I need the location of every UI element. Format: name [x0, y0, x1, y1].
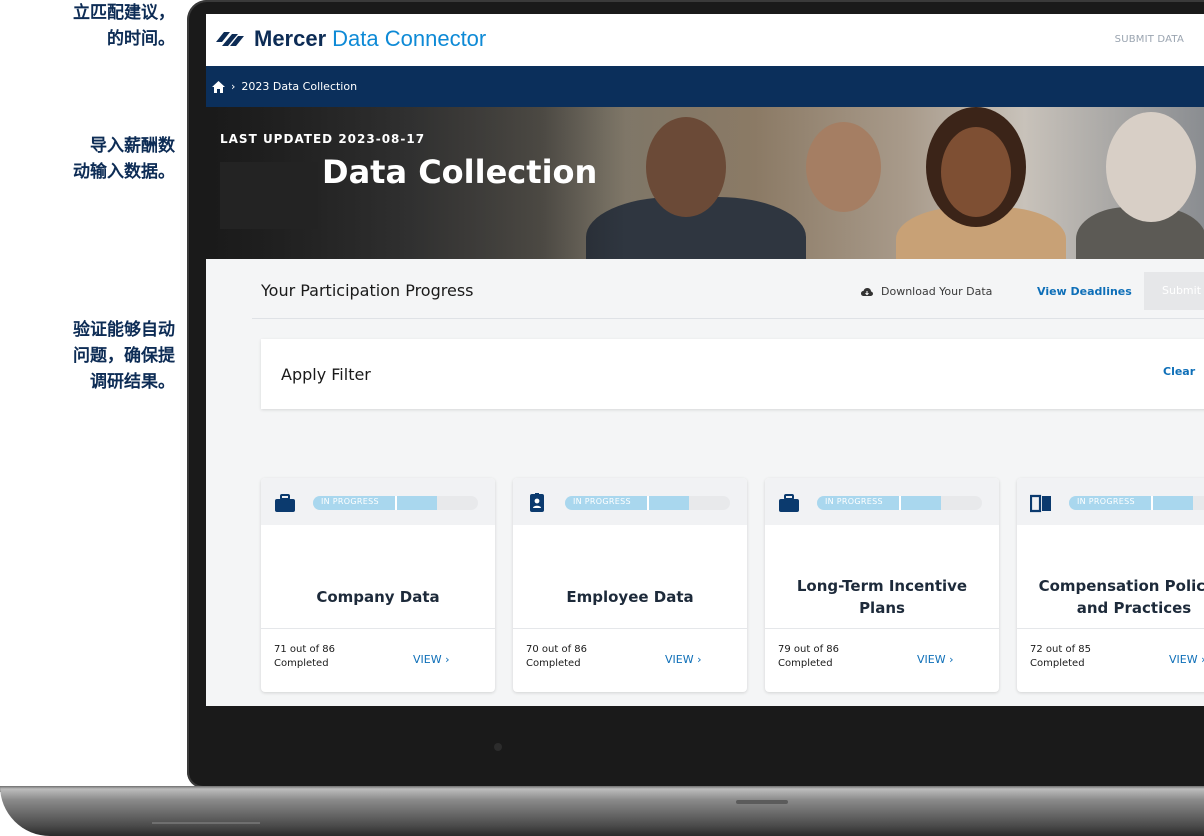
view-link[interactable]: VIEW ›	[413, 653, 450, 666]
hero-photo-shape	[1106, 112, 1196, 222]
completion-count-value: 70 out of 86	[526, 644, 588, 655]
side-text-line: 立匹配建议，	[73, 3, 175, 23]
progress-header: Your Participation Progress Download You…	[206, 259, 1204, 319]
hero-banner: LAST UPDATED 2023-08-17 Data Collection	[206, 107, 1204, 259]
briefcase-icon	[779, 494, 799, 512]
side-text-line: 问题，确保提	[73, 346, 175, 366]
progress-title: Your Participation Progress	[261, 281, 474, 300]
download-data-label: Download Your Data	[881, 285, 993, 298]
category-card-compensation-policies[interactable]: IN PROGRESS Compensation Policies and Pr…	[1017, 478, 1204, 692]
completion-count-label: Completed	[1030, 658, 1085, 669]
completion-count: 70 out of 86 Completed	[526, 643, 616, 671]
card-header: IN PROGRESS	[765, 478, 999, 525]
submit-button[interactable]: Submit	[1144, 272, 1204, 310]
product-name: Data Connector	[332, 26, 487, 51]
side-text-block-1: 立匹配建议， 的时间。	[0, 0, 175, 52]
progress-pill: IN PROGRESS	[313, 496, 478, 510]
view-deadlines-link[interactable]: View Deadlines	[1037, 285, 1132, 298]
completion-count-label: Completed	[274, 658, 329, 669]
chevron-right-icon: ›	[231, 80, 236, 93]
completion-count-value: 72 out of 85	[1030, 644, 1092, 655]
mercer-logo[interactable]: Mercer Data Connector	[214, 26, 486, 52]
view-link[interactable]: VIEW ›	[665, 653, 702, 666]
progress-divider	[1151, 496, 1153, 510]
category-card-employee-data[interactable]: IN PROGRESS Employee Data 70 out of 86 C…	[513, 478, 747, 692]
status-badge: IN PROGRESS	[1077, 497, 1135, 506]
progress-divider	[395, 496, 397, 510]
submit-data-link[interactable]: SUBMIT DATA	[1115, 34, 1184, 45]
view-link[interactable]: VIEW ›	[1169, 653, 1204, 666]
completion-count-value: 79 out of 86	[778, 644, 840, 655]
progress-divider	[899, 496, 901, 510]
side-text-block-2: 导入薪酬数 动输入数据。	[0, 133, 175, 185]
side-text-line: 动输入数据。	[73, 162, 175, 182]
last-updated-label: LAST UPDATED 2023-08-17	[220, 132, 426, 146]
laptop-base-line	[152, 822, 260, 824]
progress-pill: IN PROGRESS	[817, 496, 982, 510]
card-footer: 79 out of 86 Completed VIEW ›	[765, 628, 999, 692]
card-footer: 70 out of 86 Completed VIEW ›	[513, 628, 747, 692]
clear-filter-link[interactable]: Clear	[1163, 365, 1195, 378]
card-header: IN PROGRESS	[261, 478, 495, 525]
view-link[interactable]: VIEW ›	[917, 653, 954, 666]
card-header: IN PROGRESS	[1017, 478, 1204, 525]
hero-redacted-box	[220, 162, 318, 229]
side-text-line: 调研结果。	[90, 372, 175, 392]
progress-pill: IN PROGRESS	[565, 496, 730, 510]
status-badge: IN PROGRESS	[321, 497, 379, 506]
page-title: Data Collection	[322, 153, 598, 191]
book-icon	[1030, 494, 1051, 513]
progress-divider	[647, 496, 649, 510]
completion-count: 72 out of 85 Completed	[1030, 643, 1120, 671]
briefcase-icon	[275, 494, 295, 512]
card-footer: 72 out of 85 Completed VIEW ›	[1017, 628, 1204, 692]
cloud-download-icon	[861, 287, 873, 296]
progress-pill: IN PROGRESS	[1069, 496, 1204, 510]
laptop-screen: Mercer Data Connector SUBMIT DATA › 2023…	[206, 14, 1204, 706]
id-badge-icon	[530, 493, 544, 512]
hero-photo-shape	[646, 117, 726, 217]
hero-photo-shape	[806, 122, 881, 212]
completion-count-value: 71 out of 86	[274, 644, 336, 655]
download-data-link[interactable]: Download Your Data	[861, 285, 992, 298]
side-text-line: 导入薪酬数	[90, 136, 175, 156]
laptop-base	[0, 786, 1204, 836]
completion-count-label: Completed	[526, 658, 581, 669]
app-header: Mercer Data Connector SUBMIT DATA	[206, 14, 1204, 66]
side-text-block-3: 验证能够自动 问题，确保提 调研结果。	[0, 317, 175, 395]
card-header: IN PROGRESS	[513, 478, 747, 525]
side-text-line: 验证能够自动	[73, 320, 175, 340]
filter-title: Apply Filter	[281, 365, 371, 384]
card-footer: 71 out of 86 Completed VIEW ›	[261, 628, 495, 692]
laptop-camera	[494, 743, 502, 751]
home-icon[interactable]	[212, 80, 225, 93]
filter-panel[interactable]: Apply Filter Clear	[261, 339, 1204, 409]
completion-count: 79 out of 86 Completed	[778, 643, 868, 671]
status-badge: IN PROGRESS	[825, 497, 883, 506]
category-card-company-data[interactable]: IN PROGRESS Company Data 71 out of 86 Co…	[261, 478, 495, 692]
breadcrumb: › 2023 Data Collection	[206, 66, 1204, 107]
breadcrumb-current[interactable]: 2023 Data Collection	[241, 80, 357, 93]
completion-count-label: Completed	[778, 658, 833, 669]
mercer-logo-icon	[216, 32, 244, 46]
status-badge: IN PROGRESS	[573, 497, 631, 506]
laptop-notch	[736, 800, 788, 804]
brand-name: Mercer	[254, 26, 327, 51]
completion-count: 71 out of 86 Completed	[274, 643, 364, 671]
side-text-line: 的时间。	[107, 29, 175, 49]
category-card-long-term-incentive-plans[interactable]: IN PROGRESS Long-Term Incentive Plans 79…	[765, 478, 999, 692]
hero-photo-shape	[941, 127, 1011, 217]
